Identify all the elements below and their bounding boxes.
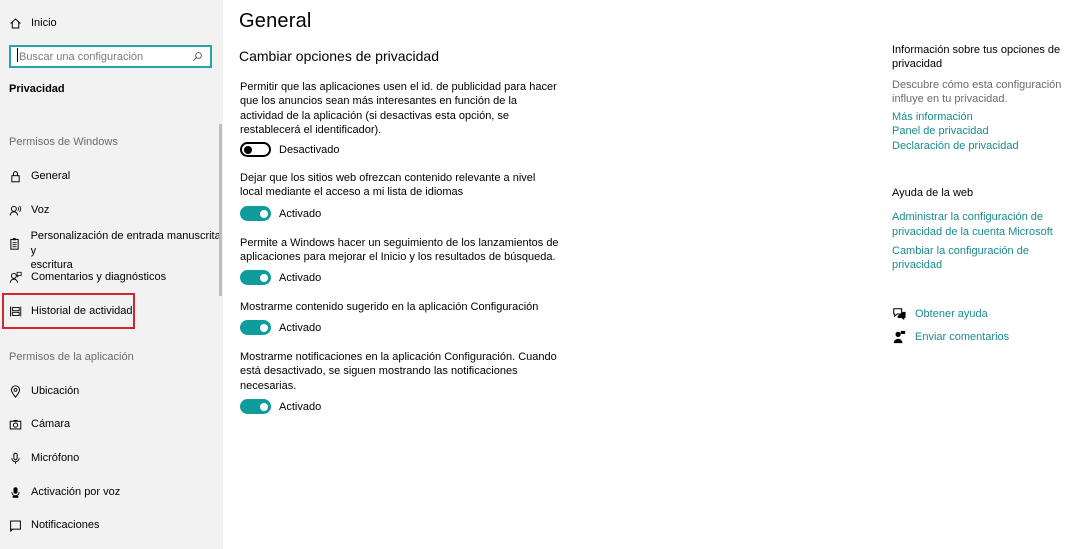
- sidebar-item-label: Micrófono: [31, 452, 80, 464]
- category-heading: Privacidad: [9, 83, 65, 95]
- setting-description-notifications: Mostrarme notificaciones en la aplicació…: [240, 351, 557, 392]
- microphone-icon: [8, 451, 22, 465]
- help-chat-icon: [892, 307, 906, 321]
- sidebar-item-label: Notificaciones: [31, 519, 100, 531]
- toggle-state-label: Desactivado: [279, 143, 340, 156]
- home-label: Inicio: [31, 17, 57, 29]
- toggle-state-label: Activado: [279, 207, 322, 220]
- sidebar-item-voice-activation[interactable]: Activación por voz: [0, 485, 223, 499]
- camera-icon: [8, 417, 22, 431]
- change-privacy-settings-link[interactable]: Cambiar la configuración de privacidad: [892, 244, 1062, 273]
- toggle-switch-ad-id[interactable]: [240, 142, 271, 157]
- toggle-switch-app-launch[interactable]: [240, 270, 271, 285]
- setting-description-app-launch: Permite a Windows hacer un seguimiento d…: [240, 237, 559, 264]
- sidebar-item-general[interactable]: General: [0, 169, 223, 183]
- search-input[interactable]: [11, 47, 186, 66]
- text-caret: [17, 48, 18, 62]
- selected-item-highlight: [2, 293, 135, 329]
- feedback-icon: [892, 330, 906, 344]
- home-nav-item[interactable]: Inicio: [0, 16, 223, 30]
- sidebar-item-notifications[interactable]: Notificaciones: [0, 518, 223, 532]
- sidebar-item-label: Personalización de entrada manuscrita ye…: [31, 229, 223, 273]
- web-help-heading: Ayuda de la web: [892, 187, 974, 199]
- sidebar-item-voz[interactable]: Voz: [0, 203, 223, 217]
- setting-toggle-row-ad-id: Desactivado: [240, 142, 340, 157]
- lock-icon: [8, 169, 22, 183]
- setting-toggle-row-app-launch: Activado: [240, 270, 321, 285]
- toggle-switch-language[interactable]: [240, 206, 271, 221]
- section-heading: Cambiar opciones de privacidad: [239, 48, 439, 64]
- sidebar-item-label: Cámara: [31, 418, 71, 430]
- clipboard-icon: [8, 236, 22, 250]
- sidebar-item-label: Activación por voz: [31, 486, 121, 498]
- toggle-knob: [244, 145, 252, 154]
- privacy-info-panel: Información sobre tus opciones de privac…: [892, 43, 1062, 153]
- sidebar-item-feedback[interactable]: Comentarios y diagnósticos: [0, 270, 223, 284]
- privacy-info-heading: Información sobre tus opciones de privac…: [892, 44, 1061, 71]
- feedback-person-icon: [8, 270, 22, 284]
- sidebar-item-label: General: [31, 170, 71, 182]
- toggle-knob: [260, 273, 268, 282]
- more-info-link[interactable]: Más información: [892, 110, 1062, 124]
- sidebar-scrollbar[interactable]: [219, 124, 222, 296]
- web-help-panel: Ayuda de la web Administrar la configura…: [892, 186, 1062, 272]
- toggle-knob: [260, 402, 268, 411]
- sidebar: Inicio Privacidad Permisos de Windows Ge…: [0, 0, 223, 549]
- sidebar-item-microphone[interactable]: Micrófono: [0, 451, 223, 465]
- location-icon: [8, 384, 22, 398]
- home-icon: [8, 16, 22, 30]
- toggle-knob: [260, 323, 268, 332]
- toggle-state-label: Activado: [279, 271, 322, 284]
- sidebar-item-label-line1: Personalización de entrada manuscrita y: [30, 230, 221, 257]
- toggle-knob: [260, 209, 268, 218]
- privacy-statement-link[interactable]: Declaración de privacidad: [892, 139, 1062, 153]
- toggle-switch-suggested-content[interactable]: [240, 320, 271, 335]
- privacy-dashboard-link[interactable]: Panel de privacidad: [892, 124, 1062, 138]
- get-help-row[interactable]: Obtener ayuda: [892, 307, 988, 321]
- toggle-state-label: Activado: [279, 321, 322, 334]
- setting-toggle-row-notifications: Activado: [240, 399, 321, 414]
- sidebar-item-handwriting[interactable]: Personalización de entrada manuscrita ye…: [0, 229, 223, 273]
- windows-permissions-label: Permisos de Windows: [9, 136, 118, 148]
- sidebar-item-location[interactable]: Ubicación: [0, 384, 223, 398]
- send-feedback-row[interactable]: Enviar comentarios: [892, 330, 1009, 344]
- search-icon[interactable]: [190, 50, 204, 64]
- page-title: General: [239, 10, 312, 32]
- toggle-state-label: Activado: [279, 400, 322, 413]
- toggle-switch-notifications[interactable]: [240, 399, 271, 414]
- sidebar-item-label: Comentarios y diagnósticos: [31, 271, 167, 283]
- setting-description-suggested-content: Mostrarme contenido sugerido en la aplic…: [240, 301, 539, 313]
- get-help-link[interactable]: Obtener ayuda: [915, 308, 988, 320]
- setting-description-language: Dejar que los sitios web ofrezcan conten…: [240, 172, 536, 199]
- sidebar-item-label: Voz: [31, 204, 50, 216]
- voice-icon: [8, 203, 22, 217]
- search-box[interactable]: [9, 45, 212, 68]
- sidebar-item-label: Ubicación: [31, 385, 80, 397]
- voice-activation-icon: [8, 485, 22, 499]
- notification-icon: [8, 518, 22, 532]
- privacy-info-text: Descubre cómo esta configuración influye…: [892, 78, 1062, 105]
- setting-toggle-row-language: Activado: [240, 206, 321, 221]
- sidebar-item-camera[interactable]: Cámara: [0, 417, 223, 431]
- setting-description-ad-id: Permitir que las aplicaciones usen el id…: [240, 81, 557, 136]
- setting-toggle-row-suggested-content: Activado: [240, 320, 321, 335]
- manage-account-privacy-link[interactable]: Administrar la configuración de privacid…: [892, 210, 1062, 239]
- send-feedback-link[interactable]: Enviar comentarios: [915, 331, 1009, 343]
- app-permissions-label: Permisos de la aplicación: [9, 351, 134, 363]
